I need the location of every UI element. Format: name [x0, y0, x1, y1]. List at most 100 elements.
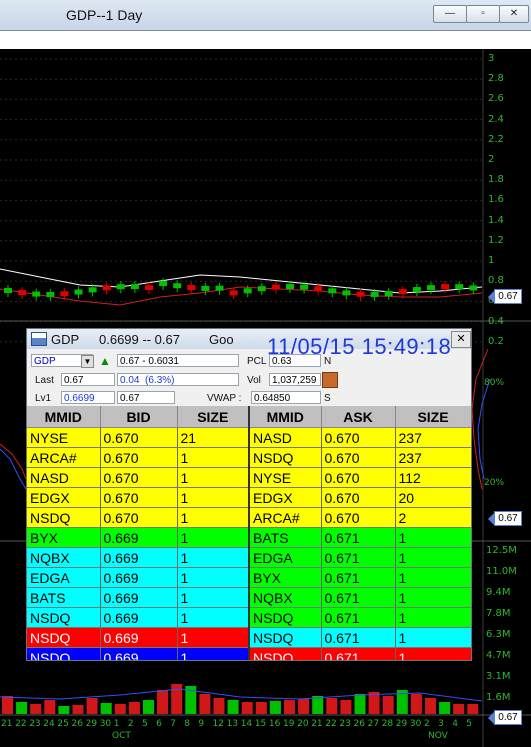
ask-size-cell: 1	[395, 587, 471, 608]
volume-tick: 11.0M	[486, 566, 517, 577]
volume-bar	[269, 701, 281, 714]
volume-bar	[284, 700, 295, 714]
candle-body	[314, 286, 323, 292]
bid-header[interactable]: BID	[100, 406, 178, 428]
bid-size-cell: 1	[177, 447, 250, 468]
candle-body	[18, 290, 27, 296]
bid-price-cell: 0.670	[100, 507, 178, 528]
order-book: MMID BID SIZE MMID ASK SIZE NYSE 0.670 21 N…	[27, 406, 471, 660]
candle-body	[60, 291, 69, 297]
order-book-row[interactable]: NQBX 0.669 1 EDGA 0.671 1	[27, 547, 471, 568]
candle-body	[469, 285, 478, 291]
bid-mmid-cell: NQBX	[27, 547, 101, 568]
level2-window[interactable]: GDP 0.6699 -- 0.67 Goo ✕ 11/05/15 15:49:…	[26, 328, 472, 661]
candle-body	[116, 284, 125, 290]
ask-price-cell: 0.670	[321, 507, 396, 528]
price-tag: 0.67	[488, 289, 522, 304]
candle-body	[441, 284, 450, 290]
ask-header[interactable]: ASK	[321, 406, 396, 428]
date-tick: 25	[57, 719, 69, 729]
maximize-button[interactable]: ▫	[466, 5, 500, 23]
date-tick: 19	[283, 719, 295, 729]
volume-bar	[157, 690, 169, 714]
order-book-row[interactable]: EDGX 0.670 1 EDGX 0.670 20	[27, 487, 471, 508]
bid-size-header[interactable]: SIZE	[177, 406, 250, 428]
candle-body	[356, 291, 365, 297]
bid-mmid-cell: NSDQ	[27, 607, 101, 628]
date-tick: 1	[113, 719, 120, 729]
last-field: 0.67	[61, 373, 115, 386]
minimize-button[interactable]: —	[433, 5, 467, 23]
price-tick: 1.2	[488, 234, 504, 246]
month-label-oct: OCT	[112, 731, 131, 741]
volume-bar	[16, 702, 28, 714]
candle-body	[88, 287, 97, 293]
order-book-row[interactable]: BYX 0.669 1 BATS 0.671 1	[27, 527, 471, 548]
candle-body	[286, 284, 294, 290]
chart-link-icon[interactable]	[322, 372, 338, 388]
ask-size-header[interactable]: SIZE	[395, 406, 471, 428]
level2-close-button[interactable]: ✕	[451, 331, 471, 348]
ask-mmid-header[interactable]: MMID	[249, 406, 322, 428]
volume-bar	[213, 698, 225, 714]
order-book-row[interactable]: EDGA 0.669 1 BYX 0.671 1	[27, 567, 471, 588]
bid-mmid-header[interactable]: MMID	[27, 406, 101, 428]
order-book-row[interactable]: NASD 0.670 1 NYSE 0.670 112	[27, 467, 471, 488]
date-tick: 12	[212, 719, 224, 729]
order-book-row[interactable]: BATS 0.669 1 NQBX 0.671 1	[27, 587, 471, 608]
change-pct: (6.3%)	[145, 375, 175, 386]
ask-size-cell: 2	[395, 507, 471, 528]
candle-body	[102, 285, 111, 291]
candle-body	[46, 291, 55, 297]
order-book-row[interactable]: ARCA# 0.670 1 NSDQ 0.670 237	[27, 447, 471, 468]
order-book-row[interactable]: NSDQ 0.670 1 ARCA# 0.670 2	[27, 507, 471, 528]
order-book-row[interactable]: NSDQ 0.669 1 NSDQ 0.671 1	[27, 627, 471, 648]
lv1-label: Lv1	[35, 393, 52, 404]
candle-body	[455, 284, 464, 290]
volume-tick: 6.3M	[486, 629, 511, 640]
chevron-down-icon[interactable]: ▼	[81, 355, 94, 368]
price-tick: 1.4	[488, 214, 504, 226]
volume-tick: 1.6M	[486, 692, 511, 703]
range-field: 0.67 - 0.6031	[117, 354, 239, 367]
close-button[interactable]: ✕	[499, 5, 529, 23]
last-label: Last	[35, 375, 54, 386]
candle-body	[370, 291, 379, 297]
volume-bar	[44, 700, 56, 714]
order-book-row[interactable]: NSDQ 0.669 1 NSDQ 0.671 1	[27, 607, 471, 628]
volume-bar	[2, 696, 13, 714]
ask-price-cell: 0.671	[321, 547, 396, 568]
volume-bar	[128, 702, 140, 714]
date-tick: 2	[127, 719, 134, 729]
bid-price-cell: 0.669	[100, 647, 178, 660]
n-flag: N	[324, 356, 332, 367]
candle-body	[74, 289, 83, 295]
bid-price-cell: 0.670	[100, 427, 178, 448]
candle-body	[130, 284, 139, 290]
ask-price-cell: 0.671	[321, 627, 396, 648]
pcl-label: PCL	[247, 356, 267, 367]
order-book-row[interactable]: NSDQ 0.669 1 NSDQ 0.671 1	[27, 647, 471, 660]
indicator-tick-80: 80%	[484, 378, 505, 388]
date-tick: 27	[367, 719, 380, 729]
bid-mmid-cell: BATS	[27, 587, 101, 608]
bid-size-cell: 1	[177, 627, 250, 648]
order-book-row[interactable]: NYSE 0.670 21 NASD 0.670 237	[27, 427, 471, 448]
volume-bar	[410, 694, 422, 714]
ask-mmid-cell: EDGA	[249, 547, 322, 568]
date-tick: 30	[409, 719, 422, 729]
change-value: 0.04	[120, 375, 140, 386]
date-tick: 9	[198, 719, 205, 729]
candle-body	[159, 281, 168, 287]
volume-tick: 9.4M	[486, 587, 511, 598]
date-tick: 22	[325, 719, 337, 729]
date-tick: 26	[353, 719, 365, 729]
ask-size-cell: 237	[395, 427, 471, 448]
candle-body	[384, 291, 393, 297]
ask-size-cell: 1	[395, 647, 471, 660]
candle-body	[215, 285, 224, 291]
date-tick: 15	[254, 719, 267, 729]
volume-bar	[340, 700, 352, 714]
price-tick: 2.8	[488, 73, 504, 85]
bid-price-cell: 0.669	[100, 587, 178, 608]
